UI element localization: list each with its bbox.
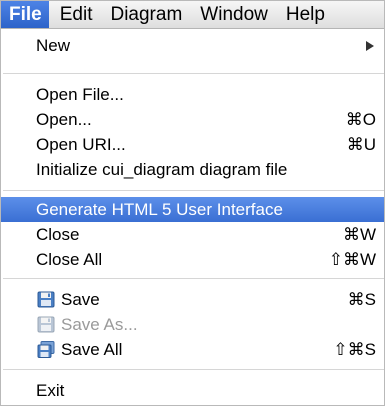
menu-item-label: Save As... bbox=[61, 315, 138, 334]
menu-diagram[interactable]: Diagram bbox=[101, 1, 191, 28]
menu-item-label: Generate HTML 5 User Interface bbox=[36, 200, 283, 219]
menu-item-label: Open... bbox=[36, 110, 92, 129]
menu-item-label: Close bbox=[36, 225, 80, 244]
menu-item-close[interactable]: Close ⌘W bbox=[1, 222, 384, 247]
menu-file[interactable]: File bbox=[1, 1, 49, 28]
menu-item-save-as[interactable]: Save As... bbox=[1, 312, 384, 337]
file-menu-dropdown: New Open File... Open... ⌘O Open URI... … bbox=[1, 29, 384, 405]
submenu-arrow-icon bbox=[366, 41, 374, 51]
menu-item-label: Save bbox=[61, 290, 100, 309]
menu-item-label: Close All bbox=[36, 250, 103, 269]
menu-help[interactable]: Help bbox=[277, 1, 334, 28]
menu-item-initialize-diagram[interactable]: Initialize cui_diagram diagram file bbox=[1, 157, 384, 182]
menu-item-generate-html5-ui[interactable]: Generate HTML 5 User Interface bbox=[1, 197, 384, 222]
menu-item-close-all[interactable]: Close All ⇧⌘W bbox=[1, 247, 384, 272]
menu-separator bbox=[3, 369, 384, 370]
floppy-disk-icon bbox=[37, 291, 55, 308]
app-window: File Edit Diagram Window Help New Open F… bbox=[0, 0, 385, 406]
menu-item-label: Initialize cui_diagram diagram file bbox=[36, 160, 288, 179]
menu-item-label: Exit bbox=[36, 381, 65, 400]
menu-item-save-all[interactable]: Save All ⇧⌘S bbox=[1, 337, 384, 362]
menu-item-shortcut: ⌘O bbox=[345, 110, 376, 129]
menu-item-open[interactable]: Open... ⌘O bbox=[1, 107, 384, 132]
menu-item-label: Open URI... bbox=[36, 135, 126, 154]
menu-item-exit[interactable]: Exit bbox=[1, 378, 384, 403]
menu-edit[interactable]: Edit bbox=[51, 1, 102, 28]
menu-separator bbox=[3, 278, 384, 279]
floppy-disk-stack-icon bbox=[37, 341, 55, 358]
floppy-disk-icon bbox=[37, 316, 55, 333]
menu-item-shortcut: ⇧⌘W bbox=[328, 250, 376, 269]
menu-bar: File Edit Diagram Window Help bbox=[1, 1, 384, 29]
menu-item-label: Save All bbox=[61, 340, 123, 359]
menu-item-label: New bbox=[36, 36, 71, 55]
menu-item-shortcut: ⇧⌘S bbox=[333, 340, 376, 359]
menu-item-shortcut: ⌘W bbox=[342, 225, 376, 244]
menu-separator bbox=[3, 190, 384, 191]
menu-item-open-uri[interactable]: Open URI... ⌘U bbox=[1, 132, 384, 157]
menu-separator bbox=[3, 73, 384, 74]
menu-item-shortcut: ⌘U bbox=[346, 135, 376, 154]
menu-item-shortcut: ⌘S bbox=[347, 290, 376, 309]
menu-item-open-file[interactable]: Open File... bbox=[1, 82, 384, 107]
menu-item-new[interactable]: New bbox=[1, 33, 384, 58]
menu-window[interactable]: Window bbox=[191, 1, 277, 28]
menu-item-label: Open File... bbox=[36, 85, 124, 104]
menu-item-save[interactable]: Save ⌘S bbox=[1, 287, 384, 312]
